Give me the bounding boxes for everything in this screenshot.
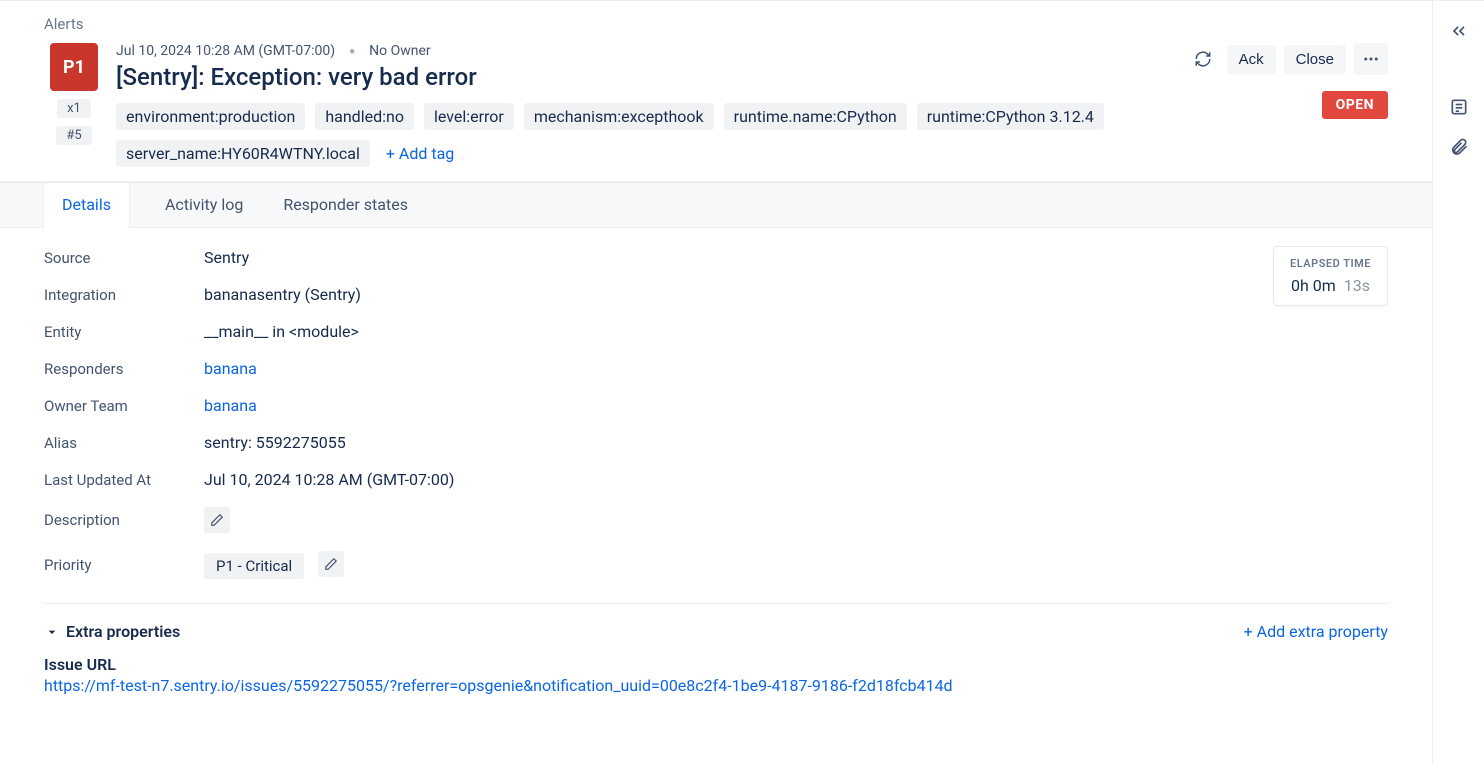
label-alias: Alias bbox=[44, 434, 204, 452]
value-last-updated: Jul 10, 2024 10:28 AM (GMT-07:00) bbox=[204, 470, 1388, 489]
value-integration: bananasentry (Sentry) bbox=[204, 285, 1388, 304]
extra-properties-title: Extra properties bbox=[66, 622, 180, 641]
label-responders: Responders bbox=[44, 360, 204, 378]
priority-badge: P1 bbox=[50, 43, 98, 91]
label-integration: Integration bbox=[44, 286, 204, 304]
tag[interactable]: handled:no bbox=[315, 103, 414, 130]
tab-details[interactable]: Details bbox=[44, 183, 129, 228]
extra-properties-toggle[interactable]: Extra properties bbox=[44, 622, 180, 641]
value-source: Sentry bbox=[204, 248, 1388, 267]
edit-priority-button[interactable] bbox=[318, 551, 344, 577]
elapsed-hm: 0h 0m bbox=[1291, 276, 1336, 295]
label-owner-team: Owner Team bbox=[44, 397, 204, 415]
label-last-updated: Last Updated At bbox=[44, 471, 204, 489]
alert-header: Alerts P1 x1 #5 Jul 10, 2024 10:28 AM (G… bbox=[0, 1, 1432, 183]
tag[interactable]: level:error bbox=[424, 103, 514, 130]
tag[interactable]: environment:production bbox=[116, 103, 305, 130]
issue-url-link[interactable]: https://mf-test-n7.sentry.io/issues/5592… bbox=[44, 676, 1388, 695]
alert-title: [Sentry]: Exception: very bad error bbox=[116, 63, 1175, 91]
elapsed-time-card: ELAPSED TIME 0h 0m 13s bbox=[1273, 246, 1388, 306]
chevron-down-icon bbox=[44, 624, 60, 640]
add-tag-button[interactable]: + Add tag bbox=[380, 144, 454, 163]
value-owner-team[interactable]: banana bbox=[204, 396, 257, 415]
refresh-icon[interactable] bbox=[1187, 43, 1219, 75]
tags-row: environment:production handled:no level:… bbox=[116, 103, 1175, 167]
tabs-bar: Details Activity log Responder states bbox=[0, 183, 1432, 228]
value-entity: __main__ in <module> bbox=[204, 322, 1388, 341]
elapsed-sec: 13s bbox=[1344, 276, 1370, 295]
created-timestamp: Jul 10, 2024 10:28 AM (GMT-07:00) bbox=[116, 43, 335, 59]
label-description: Description bbox=[44, 511, 204, 529]
count-x-badge: x1 bbox=[57, 99, 91, 118]
tab-activity-log[interactable]: Activity log bbox=[161, 183, 247, 227]
tab-responder-states[interactable]: Responder states bbox=[279, 183, 412, 227]
owner-text: No Owner bbox=[369, 43, 431, 59]
tag[interactable]: mechanism:excepthook bbox=[524, 103, 714, 130]
ack-button[interactable]: Ack bbox=[1227, 45, 1276, 74]
elapsed-time-label: ELAPSED TIME bbox=[1290, 257, 1371, 270]
label-priority: Priority bbox=[44, 556, 204, 574]
tag[interactable]: runtime.name:CPython bbox=[724, 103, 907, 130]
value-alias: sentry: 5592275055 bbox=[204, 433, 1388, 452]
value-responders[interactable]: banana bbox=[204, 359, 257, 378]
status-badge: OPEN bbox=[1322, 91, 1388, 119]
close-button[interactable]: Close bbox=[1284, 45, 1346, 74]
label-source: Source bbox=[44, 249, 204, 267]
collapse-panel-icon[interactable] bbox=[1447, 19, 1471, 43]
issue-url-label: Issue URL bbox=[44, 655, 1388, 674]
edit-description-button[interactable] bbox=[204, 507, 230, 533]
breadcrumb[interactable]: Alerts bbox=[44, 15, 1388, 33]
more-actions-button[interactable] bbox=[1354, 43, 1388, 75]
separator-dot: ● bbox=[349, 46, 355, 57]
details-grid: Source Sentry Integration bananasentry (… bbox=[44, 248, 1388, 579]
tag[interactable]: server_name:HY60R4WTNY.local bbox=[116, 140, 370, 167]
value-priority: P1 - Critical bbox=[204, 553, 304, 579]
add-extra-property-button[interactable]: + Add extra property bbox=[1244, 622, 1388, 641]
divider bbox=[44, 603, 1388, 604]
right-rail bbox=[1432, 1, 1484, 763]
attachments-icon[interactable] bbox=[1447, 135, 1471, 159]
notes-icon[interactable] bbox=[1447, 95, 1471, 119]
tag[interactable]: runtime:CPython 3.12.4 bbox=[917, 103, 1104, 130]
label-entity: Entity bbox=[44, 323, 204, 341]
count-hash-badge: #5 bbox=[56, 126, 91, 145]
